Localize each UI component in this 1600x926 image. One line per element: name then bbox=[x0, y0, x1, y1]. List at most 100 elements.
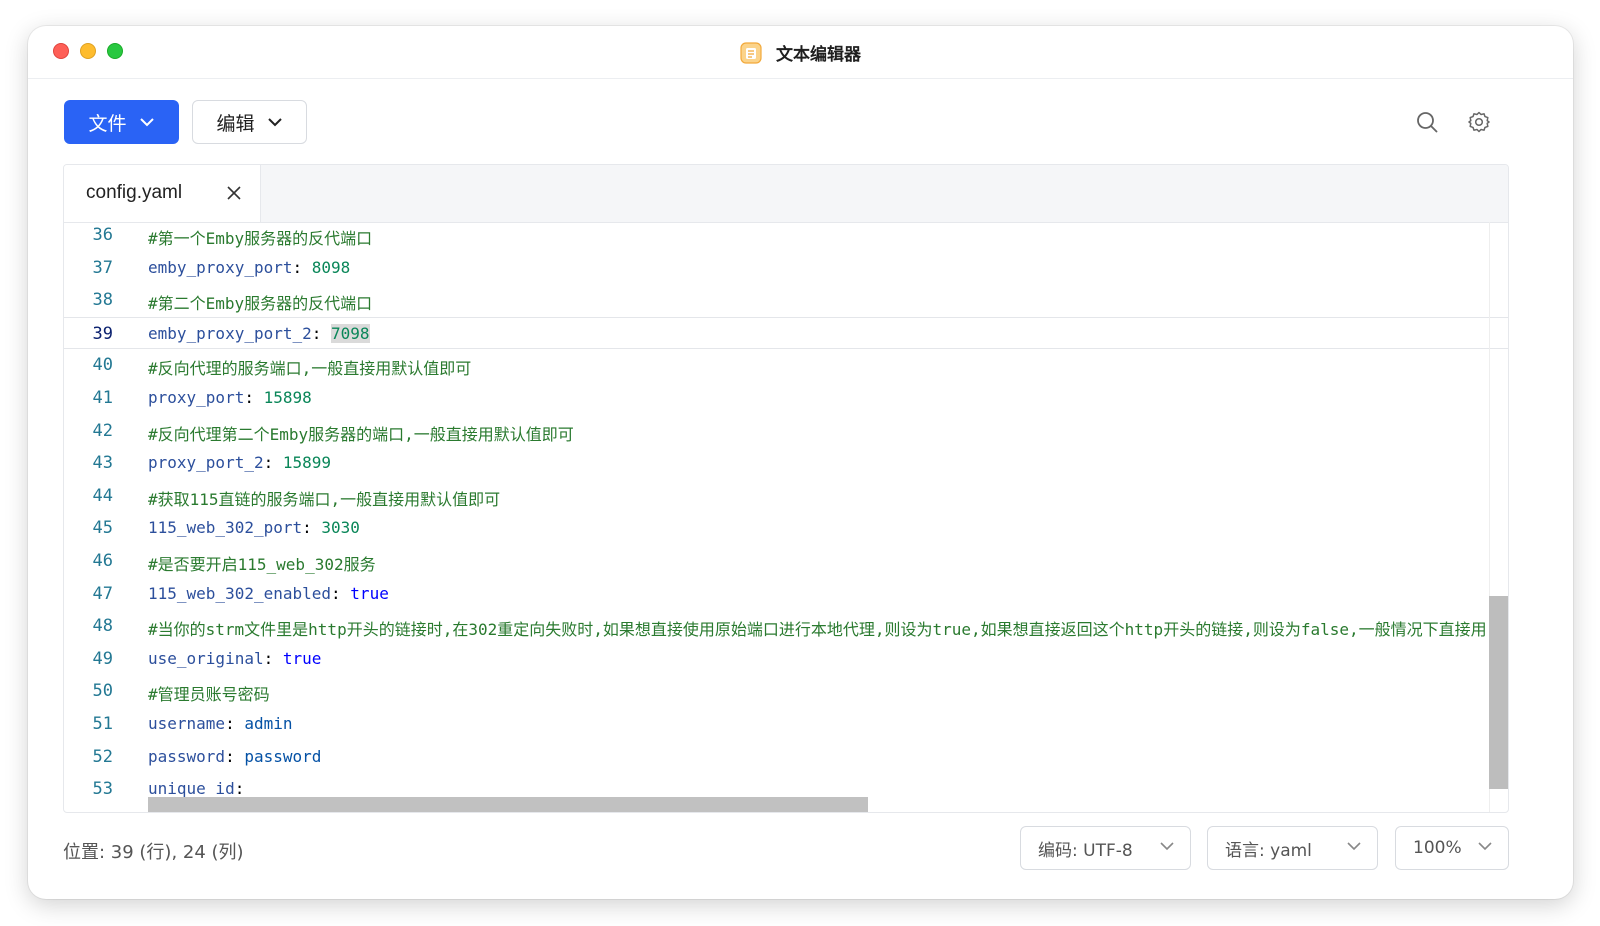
line-number: 37 bbox=[92, 257, 113, 278]
code-line[interactable]: 44 #获取115直链的服务端口,一般直接用默认值即可 bbox=[64, 480, 1508, 512]
chevron-down-icon bbox=[267, 118, 282, 127]
file-menu-label: 文件 bbox=[88, 112, 127, 135]
yaml-key: emby_proxy_port_2 bbox=[148, 323, 312, 343]
yaml-value: true bbox=[350, 583, 389, 603]
yaml-colon: : bbox=[331, 583, 351, 603]
code-key-value: 115_web_302_enabled: true bbox=[148, 584, 389, 603]
line-number: 50 bbox=[92, 681, 113, 702]
yaml-value: 15898 bbox=[263, 388, 312, 407]
yaml-colon: : bbox=[311, 323, 332, 343]
code-line[interactable]: 38 #第二个Emby服务器的反代端口 bbox=[64, 284, 1508, 316]
line-number: 36 bbox=[92, 225, 113, 245]
yaml-colon: : bbox=[302, 518, 322, 538]
yaml-key: proxy_port_2 bbox=[148, 453, 264, 473]
editor-window: 文本编辑器 文件 编辑 config.yaml 36 #第一个Emby服务器的反… bbox=[28, 26, 1573, 899]
line-number: 51 bbox=[92, 714, 113, 734]
encoding-value: 编码: UTF-8 bbox=[1038, 840, 1133, 861]
close-icon[interactable] bbox=[226, 185, 242, 201]
code-comment: #管理员账号密码 bbox=[148, 685, 270, 705]
code-key-value: password: password bbox=[148, 747, 321, 766]
code-line[interactable]: 51 username: admin bbox=[64, 708, 1508, 740]
notepad-app-icon bbox=[740, 41, 762, 64]
window-title-group: 文本编辑器 bbox=[28, 40, 1573, 65]
code-line[interactable]: 47 115_web_302_enabled: true bbox=[64, 578, 1508, 610]
code-key-value: proxy_port_2: 15899 bbox=[148, 453, 331, 472]
yaml-colon: : bbox=[225, 746, 245, 766]
code-key-value: emby_proxy_port_2: 7098 bbox=[148, 323, 370, 343]
yaml-colon: : bbox=[225, 714, 245, 733]
code-key-value: proxy_port: 15898 bbox=[148, 388, 312, 407]
tab-config-yaml[interactable]: config.yaml bbox=[64, 165, 261, 222]
file-menu-button[interactable]: 文件 bbox=[64, 100, 179, 144]
vertical-scrollbar-thumb[interactable] bbox=[1489, 596, 1508, 789]
yaml-value: 8098 bbox=[311, 257, 351, 277]
yaml-colon: : bbox=[244, 388, 264, 407]
line-number: 42 bbox=[92, 420, 113, 441]
code-line[interactable]: 49 use_original: true bbox=[64, 643, 1508, 675]
line-number: 45 bbox=[92, 518, 113, 539]
code-comment: #第二个Emby服务器的反代端口 bbox=[148, 294, 373, 314]
yaml-value: true bbox=[282, 648, 322, 668]
yaml-key: unique_id bbox=[148, 779, 235, 799]
code-key-value: unique_id: bbox=[148, 779, 254, 798]
edit-menu-button[interactable]: 编辑 bbox=[192, 100, 307, 144]
code-line[interactable]: 42 #反向代理第二个Emby服务器的端口,一般直接用默认值即可 bbox=[64, 415, 1508, 447]
tab-label: config.yaml bbox=[86, 182, 183, 203]
code-line[interactable]: 37 emby_proxy_port: 8098 bbox=[64, 252, 1508, 284]
code-comment: #第一个Emby服务器的反代端口 bbox=[148, 229, 373, 248]
yaml-colon: : bbox=[263, 648, 283, 668]
yaml-colon: : bbox=[292, 257, 312, 277]
search-icon[interactable] bbox=[1415, 110, 1439, 134]
yaml-key: password bbox=[148, 746, 226, 766]
line-number: 38 bbox=[92, 290, 113, 311]
line-number: 39 bbox=[92, 323, 113, 344]
toolbar: 文件 编辑 bbox=[28, 100, 1573, 144]
line-number: 40 bbox=[92, 355, 113, 376]
code-line[interactable]: 36 #第一个Emby服务器的反代端口 bbox=[64, 219, 1508, 251]
yaml-colon: : bbox=[263, 453, 283, 473]
yaml-key: 115_web_302_port bbox=[148, 518, 303, 538]
yaml-value: admin bbox=[244, 714, 293, 733]
language-select[interactable]: 语言: yaml bbox=[1207, 826, 1378, 870]
window-title: 文本编辑器 bbox=[775, 45, 861, 65]
chevron-down-icon bbox=[1347, 842, 1361, 851]
zoom-select[interactable]: 100% bbox=[1395, 826, 1509, 870]
line-number: 41 bbox=[92, 388, 113, 408]
zoom-value: 100% bbox=[1413, 838, 1462, 858]
title-bar: 文本编辑器 bbox=[28, 26, 1573, 79]
code-line[interactable]: 39 emby_proxy_port_2: 7098 bbox=[64, 316, 1508, 349]
cursor-position: 位置: 39 (行), 24 (列) bbox=[63, 842, 244, 863]
yaml-value: 3030 bbox=[321, 518, 360, 538]
code-line[interactable]: 52 password: password bbox=[64, 741, 1508, 773]
yaml-colon: : bbox=[234, 779, 254, 799]
language-value: 语言: yaml bbox=[1225, 840, 1312, 861]
line-number: 44 bbox=[92, 485, 113, 506]
yaml-value: 15899 bbox=[282, 453, 332, 473]
gear-icon[interactable] bbox=[1467, 110, 1491, 134]
code-line[interactable]: 48 #当你的strm文件里是http开头的链接时,在302重定向失败时,如果想直… bbox=[64, 610, 1508, 642]
code-line[interactable]: 50 #管理员账号密码 bbox=[64, 675, 1508, 707]
code-line[interactable]: 45 115_web_302_port: 3030 bbox=[64, 512, 1508, 544]
code-key-value: emby_proxy_port: 8098 bbox=[148, 258, 350, 277]
yaml-key: use_original bbox=[148, 648, 264, 668]
chevron-down-icon bbox=[1478, 842, 1492, 851]
yaml-key: proxy_port bbox=[148, 388, 245, 407]
code-line[interactable]: 41 proxy_port: 15898 bbox=[64, 382, 1508, 414]
yaml-key: 115_web_302_enabled bbox=[148, 583, 332, 603]
horizontal-scrollbar-thumb[interactable] bbox=[148, 797, 868, 812]
code-comment: #是否要开启115_web_302服务 bbox=[148, 555, 376, 574]
line-number: 49 bbox=[92, 648, 113, 669]
line-number: 46 bbox=[92, 551, 113, 571]
line-number: 43 bbox=[92, 453, 113, 474]
chevron-down-icon bbox=[139, 118, 154, 127]
line-number: 52 bbox=[92, 746, 113, 767]
code-line[interactable]: 40 #反向代理的服务端口,一般直接用默认值即可 bbox=[64, 349, 1508, 381]
encoding-select[interactable]: 编码: UTF-8 bbox=[1020, 826, 1191, 870]
code-line[interactable]: 46 #是否要开启115_web_302服务 bbox=[64, 545, 1508, 577]
chevron-down-icon bbox=[1160, 842, 1174, 851]
code-line[interactable]: 43 proxy_port_2: 15899 bbox=[64, 447, 1508, 479]
code-comment: #当你的strm文件里是http开头的链接时,在302重定向失败时,如果想直接使… bbox=[148, 620, 1487, 640]
code-comment: #反向代理的服务端口,一般直接用默认值即可 bbox=[148, 359, 472, 379]
code-key-value: 115_web_302_port: 3030 bbox=[148, 518, 360, 537]
code-area[interactable]: 36 #第一个Emby服务器的反代端口 37 emby_proxy_port: 809… bbox=[64, 222, 1508, 812]
